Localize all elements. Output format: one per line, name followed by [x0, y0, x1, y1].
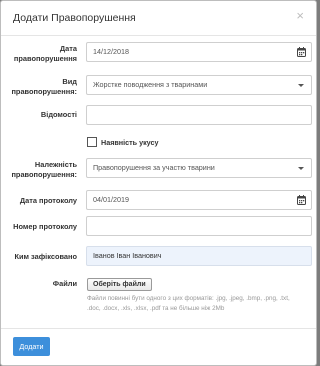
chevron-down-icon — [298, 84, 304, 87]
bite-checkbox[interactable] — [87, 137, 97, 147]
belonging-row: Належність правопорушення: Правопорушенн… — [1, 158, 316, 180]
belonging-label: Належність правопорушення: — [11, 160, 77, 179]
protocol-date-value: 04/01/2019 — [93, 195, 129, 204]
information-row: Відомості — [1, 105, 316, 127]
recorded-by-field: Іванов Іван Іванович — [86, 246, 312, 266]
bite-row: Наявність укусу — [1, 137, 316, 149]
recorded-by-label: Ким зафіксовано — [14, 252, 77, 261]
recorded-by-row: Ким зафіксовано Іванов Іван Іванович — [1, 246, 316, 268]
protocol-number-input[interactable] — [86, 216, 312, 236]
dialog-title: Додати Правопорушення — [13, 12, 136, 24]
files-row: Файли Оберіть файли Файли повинні бути о… — [1, 277, 316, 317]
protocol-number-label: Номер протоколу — [13, 222, 77, 231]
offense-type-value: Жорстке поводження з тваринами — [93, 80, 208, 89]
close-icon[interactable]: × — [296, 9, 304, 23]
offense-type-label: Вид правопорушення: — [11, 77, 77, 96]
belonging-select[interactable]: Правопорушення за участю тварини — [86, 158, 312, 178]
offense-date-value: 14/12/2018 — [93, 47, 129, 56]
calendar-icon[interactable] — [297, 195, 306, 205]
information-label: Відомості — [40, 110, 77, 119]
calendar-icon[interactable] — [297, 47, 306, 57]
choose-files-button[interactable]: Оберіть файли — [87, 278, 152, 291]
chevron-down-icon — [298, 167, 304, 170]
offense-date-row: Дата правопорушення 14/12/2018 — [1, 42, 316, 64]
belonging-value: Правопорушення за участю тварини — [93, 163, 215, 172]
offense-type-row: Вид правопорушення: Жорстке поводження з… — [1, 75, 316, 97]
add-button[interactable]: Додати — [13, 337, 50, 356]
protocol-date-label: Дата протоколу — [19, 196, 77, 205]
offense-type-select[interactable]: Жорстке поводження з тваринами — [86, 75, 312, 95]
files-label: Файли — [52, 279, 77, 288]
files-hint: Файли повинні бути одного з цих форматів… — [87, 295, 290, 312]
information-input[interactable] — [86, 105, 312, 125]
protocol-date-row: Дата протоколу 04/01/2019 — [1, 190, 316, 212]
protocol-number-row: Номер протоколу — [1, 216, 316, 238]
add-offense-dialog: Додати Правопорушення × Дата правопоруше… — [0, 0, 317, 366]
bite-label: Наявність укусу — [101, 138, 159, 147]
dialog-header: Додати Правопорушення × — [1, 1, 316, 36]
protocol-date-field[interactable]: 04/01/2019 — [86, 190, 312, 210]
offense-date-field[interactable]: 14/12/2018 — [86, 42, 312, 62]
footer-divider — [1, 328, 316, 329]
offense-date-label: Дата правопорушення — [13, 44, 77, 63]
